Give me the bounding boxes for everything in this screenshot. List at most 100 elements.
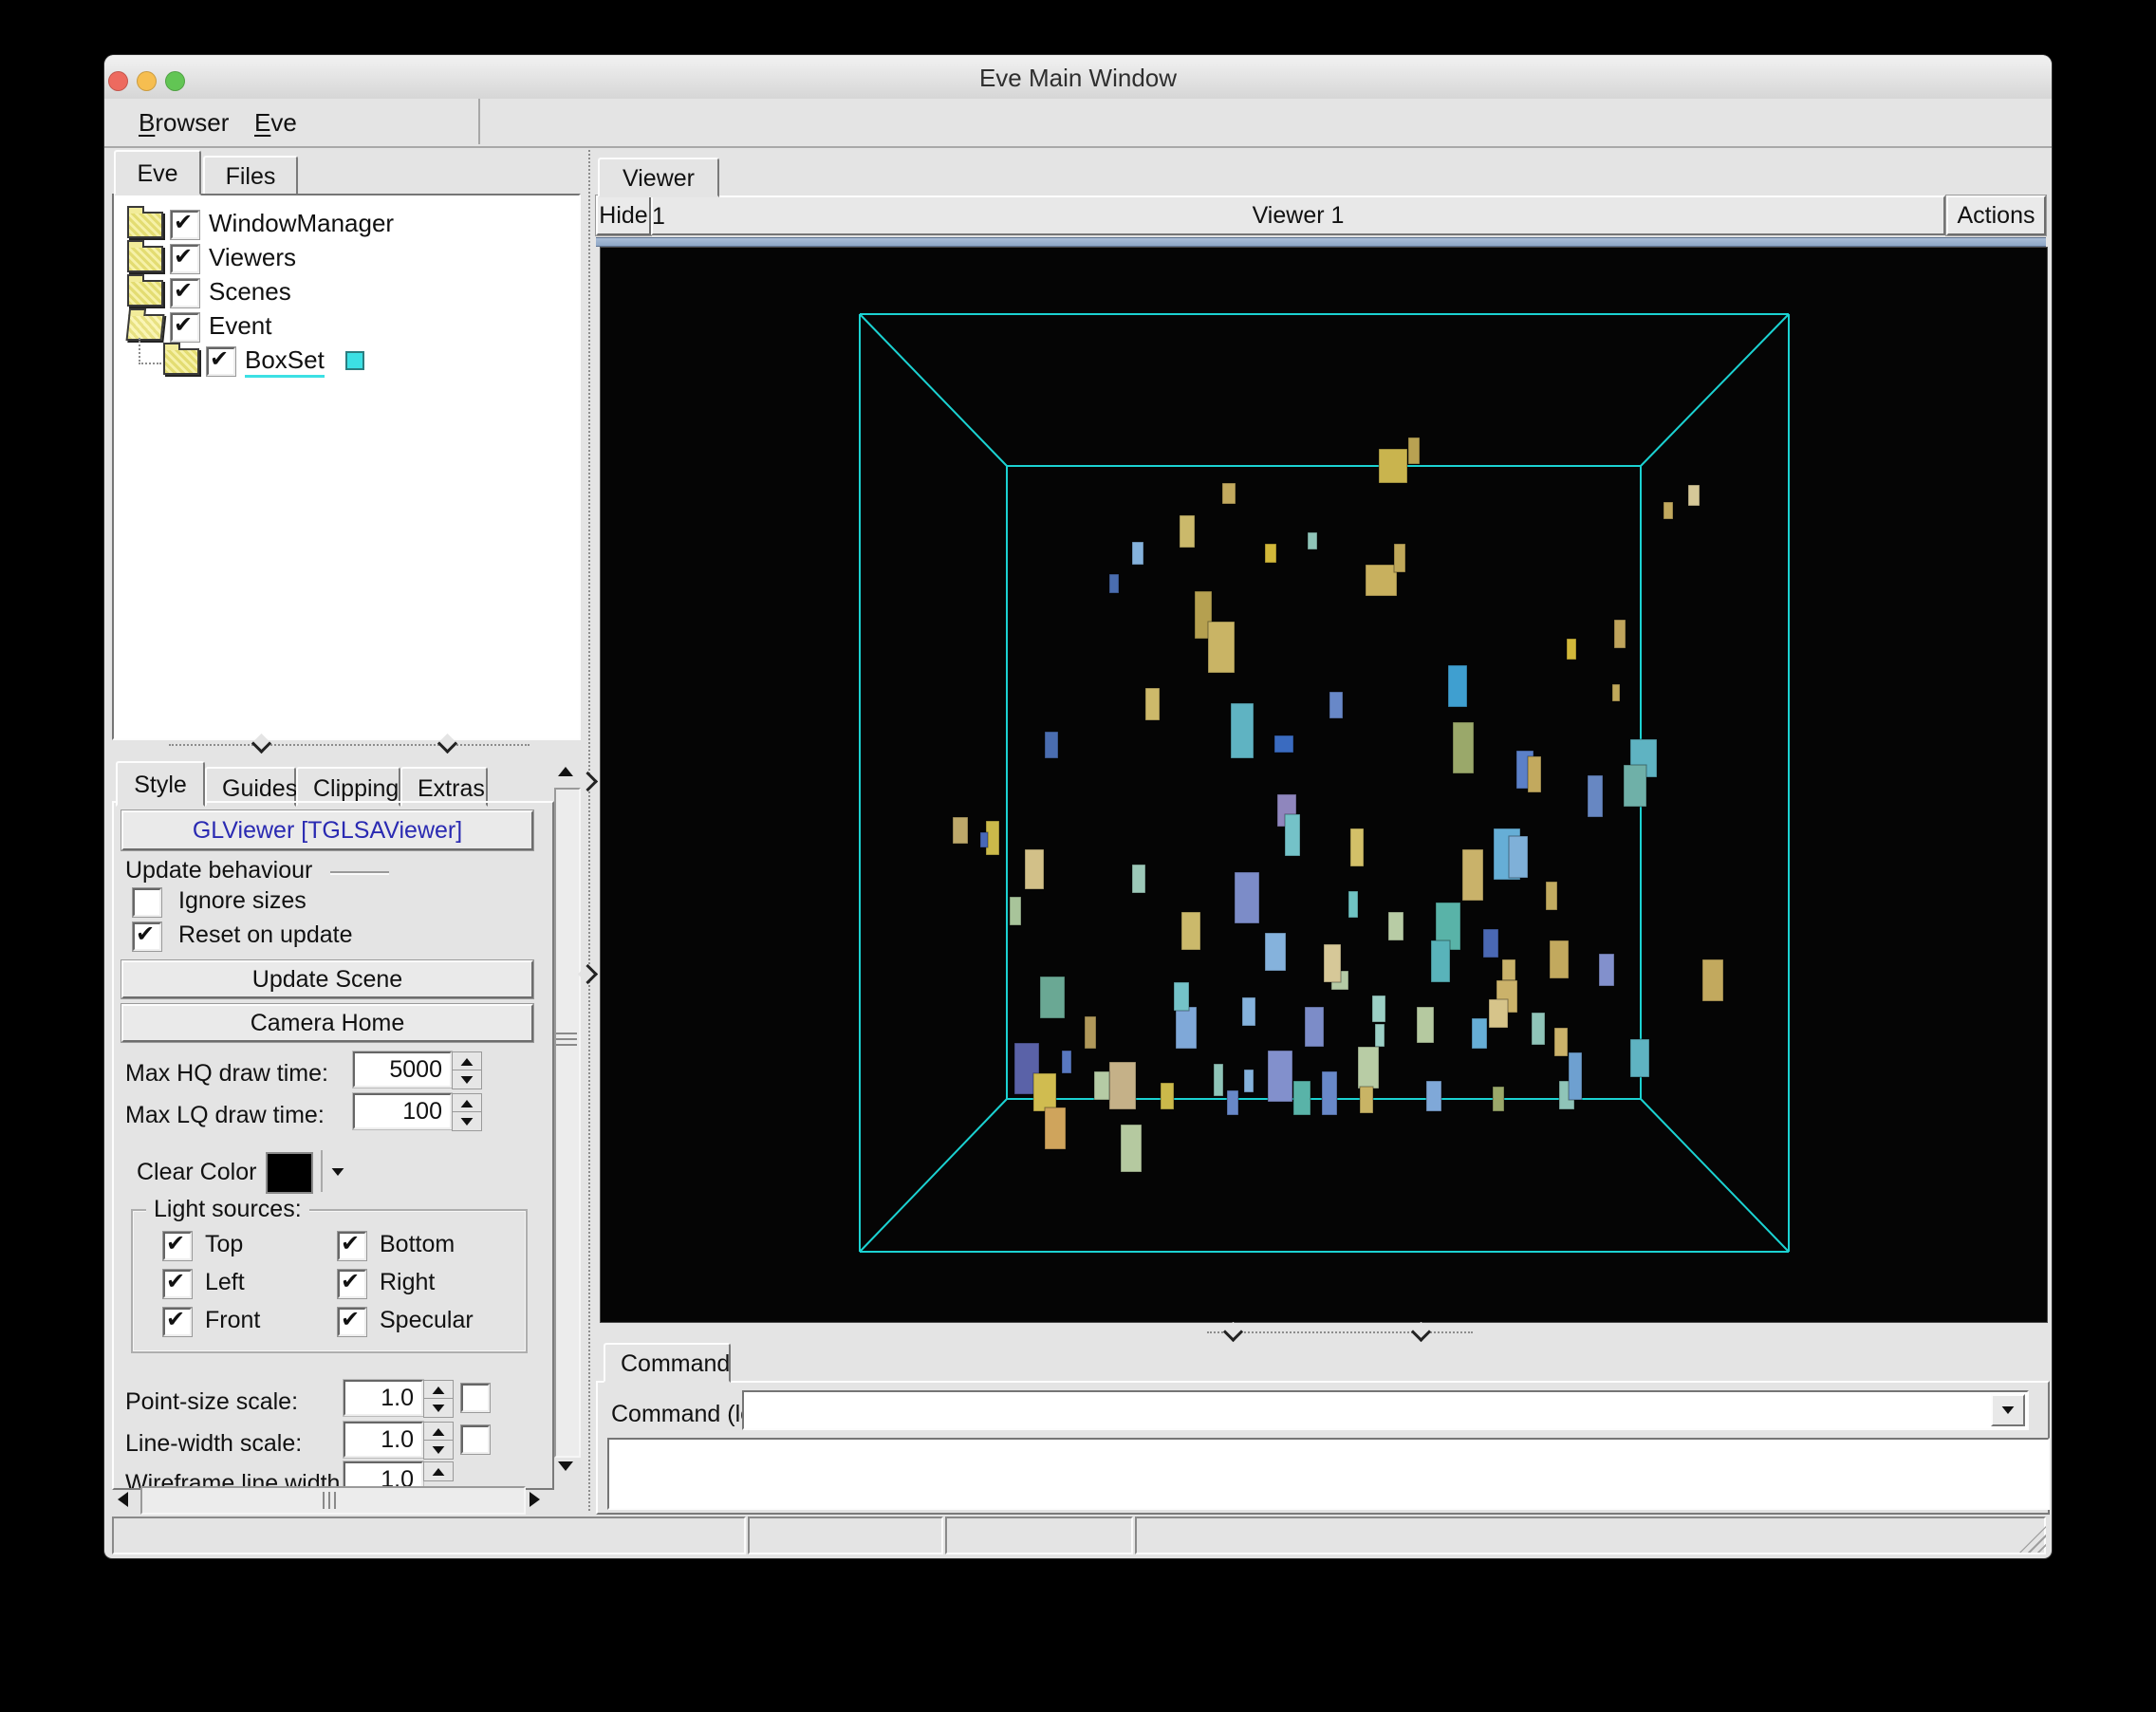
chevron-down-icon [251,733,272,754]
actions-button[interactable]: Actions [1946,195,2046,235]
command-panel: Command (local): [596,1381,2050,1515]
tab-eve[interactable]: Eve [114,150,201,195]
tree-checkbox-scenes[interactable] [171,277,199,307]
scene-box [1160,1082,1175,1110]
clear-color-dropdown-icon[interactable] [331,1168,344,1176]
scroll-right-icon[interactable] [530,1492,540,1507]
scene-box [1587,774,1604,818]
scene-box [1374,1023,1385,1048]
scene-box [1108,573,1120,594]
scene-box [1009,896,1022,926]
tree-row-scenes[interactable]: Scenes [114,274,579,307]
ignore-sizes-checkbox[interactable] [133,888,161,917]
point-size-field[interactable]: 1.0 [344,1380,423,1416]
scene-box [1273,735,1294,754]
hide-button[interactable]: Hide [596,195,651,235]
reset-on-update-checkbox[interactable] [133,921,161,951]
scene-box [1175,1006,1198,1050]
scrollbar-grip[interactable] [556,1033,577,1046]
tree-checkbox-event[interactable] [171,311,199,342]
folder-icon [163,343,199,375]
scene-box [1179,514,1196,549]
glviewer-button[interactable]: GLViewer [TGLSAViewer] [121,810,533,850]
eve-main-window: Eve Main Window Browser Eve Eve Files Wi… [104,55,2052,1558]
folder-icon [127,240,163,272]
light-bottom-checkbox[interactable] [338,1230,366,1260]
chevron-down-icon [437,733,458,754]
style-horizontal-scrollbar[interactable] [112,1486,550,1515]
max-hq-field[interactable]: 5000 [353,1051,452,1088]
wireframe-width-spin-up[interactable] [423,1461,454,1481]
clear-color-swatch[interactable] [266,1152,313,1194]
scene-box [1701,958,1724,1002]
command-dropdown-button[interactable] [1991,1394,2025,1426]
light-top-checkbox[interactable] [163,1230,192,1260]
viewport[interactable] [600,247,2048,1323]
tab-files[interactable]: Files [203,156,298,195]
line-width-spin-down[interactable] [423,1440,454,1460]
point-size-spin-down[interactable] [423,1398,454,1418]
scene-box [1365,564,1398,597]
main-vertical-splitter[interactable] [577,150,599,1511]
point-size-checkbox[interactable] [461,1384,490,1412]
tree-row-boxset[interactable]: BoxSet [114,343,579,378]
scene-box [1357,1046,1380,1089]
scene-box [1241,996,1256,1027]
light-left-label: Left [205,1269,245,1295]
menu-eve[interactable]: Eve [254,99,297,144]
tree-row-event[interactable]: Event [114,309,579,342]
reset-on-update-label: Reset on update [178,921,353,948]
folder-icon [127,274,163,307]
scroll-up-icon[interactable] [558,767,573,776]
scene-box [1407,437,1421,465]
tree-row-windowmanager[interactable]: WindowManager [114,206,579,239]
scene-box [952,816,969,845]
point-size-spin-up[interactable] [423,1380,454,1400]
scene-box [1553,1027,1569,1057]
tree-checkbox-windowmanager[interactable] [171,209,199,239]
light-right-label: Right [380,1269,436,1295]
command-input[interactable] [744,1392,2002,1424]
style-panel: GLViewer [TGLSAViewer] Update behaviour … [112,801,554,1490]
scroll-left-icon[interactable] [118,1492,128,1507]
wireframe-edge [1640,1098,1790,1253]
tab-style[interactable]: Style [116,761,205,807]
viewer-command-splitter[interactable] [600,1321,2046,1343]
tree-checkbox-boxset[interactable] [207,345,235,376]
tab-command[interactable]: Command [604,1343,731,1383]
command-output[interactable] [607,1438,2050,1510]
line-width-field[interactable]: 1.0 [344,1422,423,1458]
scroll-down-icon[interactable] [558,1461,573,1471]
light-specular-checkbox[interactable] [338,1306,366,1336]
style-vertical-scrollbar[interactable] [552,761,581,1484]
light-front-checkbox[interactable] [163,1306,192,1336]
tree-label-scenes: Scenes [209,277,291,306]
max-lq-field[interactable]: 100 [353,1093,452,1129]
camera-home-button[interactable]: Camera Home [121,1004,533,1042]
menu-browser[interactable]: Browser [139,99,229,144]
max-hq-spin-down[interactable] [452,1070,482,1089]
tree-label-boxset: BoxSet [245,345,325,378]
light-right-checkbox[interactable] [338,1268,366,1298]
max-lq-spin-down[interactable] [452,1111,482,1131]
max-hq-spin-up[interactable] [452,1051,482,1071]
update-behaviour-label: Update behaviour [125,857,313,884]
tree-row-viewers[interactable]: Viewers [114,240,579,273]
command-combobox[interactable] [742,1390,2029,1430]
scrollbar-grip[interactable] [323,1492,336,1509]
line-width-spin-up[interactable] [423,1422,454,1442]
menubar: Browser Eve [104,99,2052,148]
tab-viewer-1[interactable]: Viewer 1 [598,158,719,230]
scene-box [1430,940,1451,983]
light-left-checkbox[interactable] [163,1268,192,1298]
line-width-checkbox[interactable] [461,1425,490,1454]
left-horizontal-splitter[interactable] [112,733,577,754]
tree-checkbox-viewers[interactable] [171,243,199,273]
scene-box [1307,531,1318,550]
update-scene-button[interactable]: Update Scene [121,960,533,998]
scene-box [1527,755,1542,793]
light-sources-group: Light sources: Top Bottom Left Right Fro… [131,1196,528,1353]
max-lq-spin-up[interactable] [452,1093,482,1113]
scene-box [1304,1006,1325,1048]
scene-box [1348,890,1359,919]
